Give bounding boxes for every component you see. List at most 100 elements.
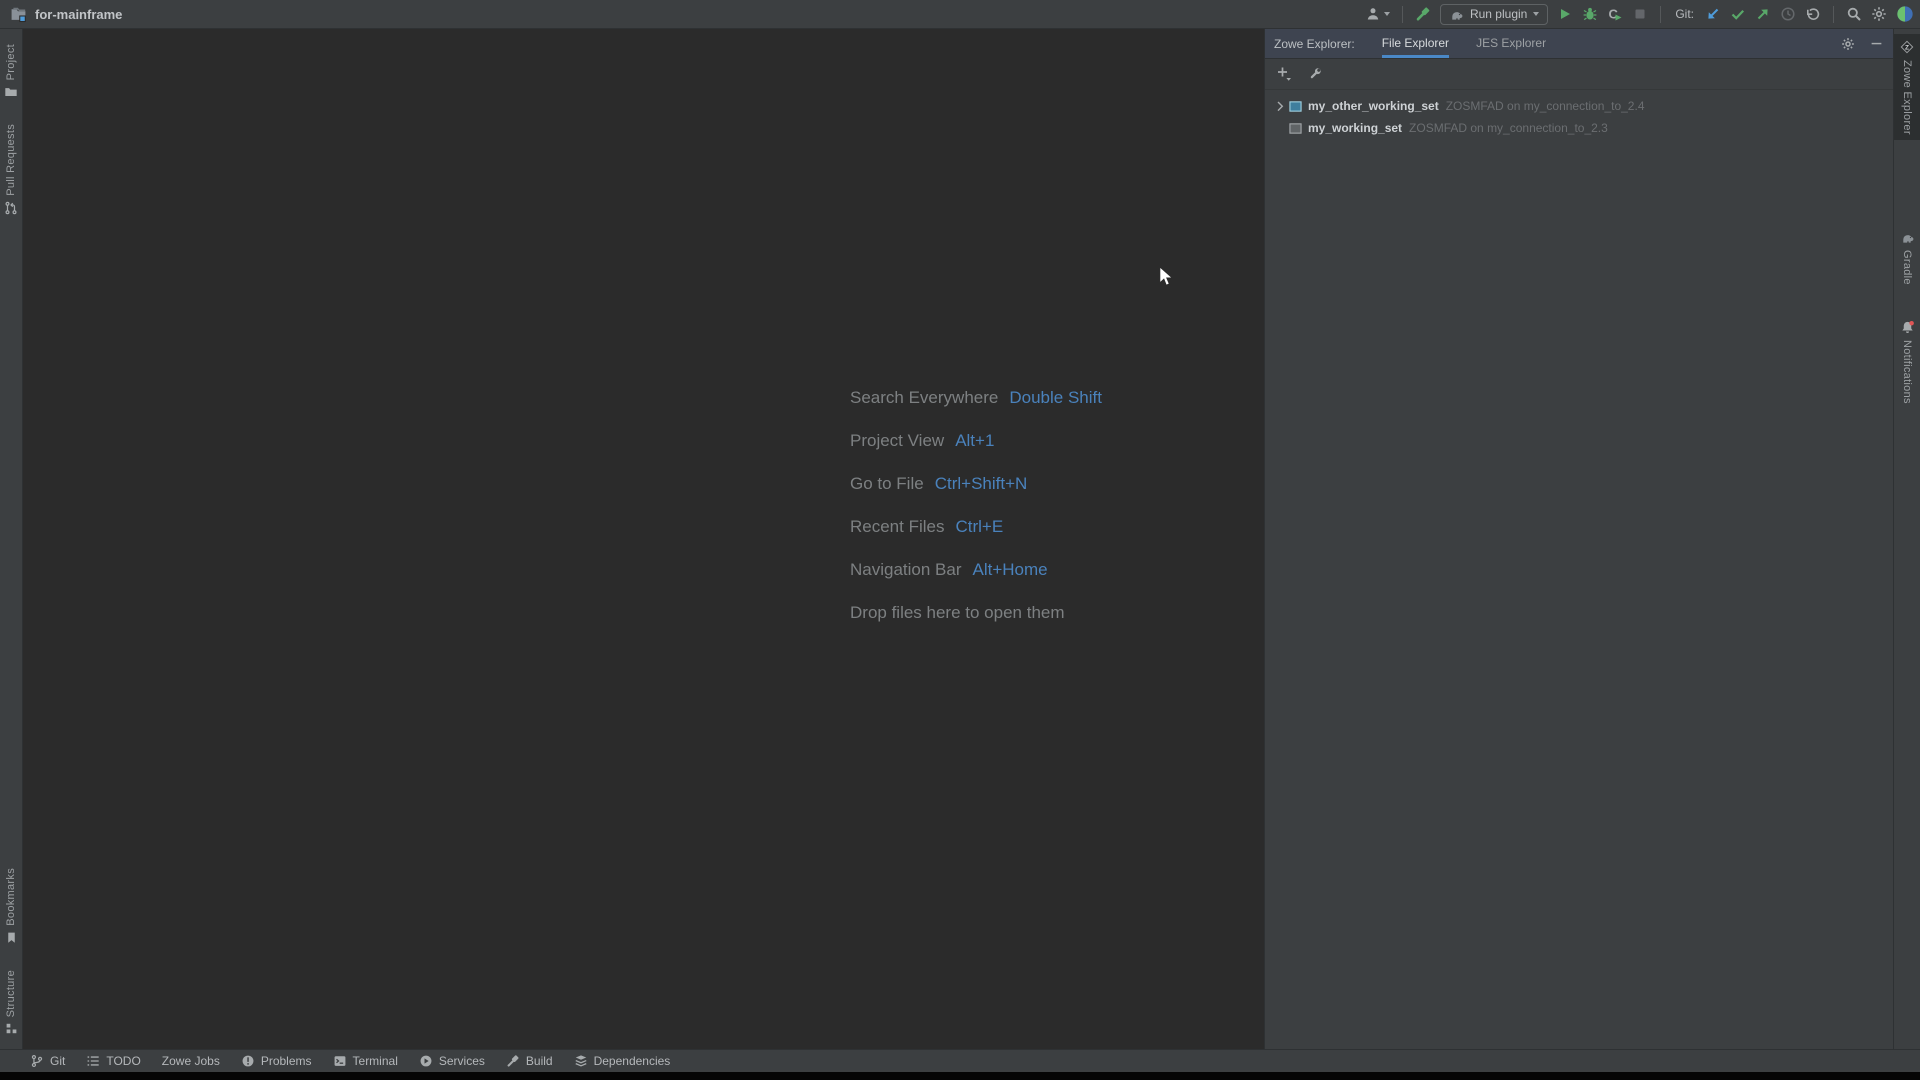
toolwindow-problems[interactable]: Problems	[241, 1054, 312, 1068]
bell-icon	[1900, 320, 1915, 335]
tool-button-label: Project	[5, 44, 17, 80]
ide-window: for-mainframe	[0, 0, 1920, 1080]
build-hammer-button[interactable]	[1415, 6, 1431, 22]
panel-header-actions	[1841, 29, 1883, 58]
edit-settings-button[interactable]	[1307, 66, 1323, 82]
git-update-button[interactable]	[1705, 6, 1721, 22]
shortcut-action: Project View	[850, 431, 944, 451]
bottom-tool-bar: Git TODO Zowe Jobs Problems	[0, 1049, 1920, 1072]
history-button	[1780, 6, 1796, 22]
run-play-icon	[1557, 6, 1573, 22]
expand-chevron-icon[interactable]	[1272, 101, 1289, 112]
tab-jes-explorer[interactable]: JES Explorer	[1476, 29, 1546, 58]
sidebar-item-project[interactable]: Project	[0, 39, 22, 104]
wrench-icon	[1307, 66, 1323, 82]
run-button[interactable]	[1557, 6, 1573, 22]
coverage-icon: C	[1607, 6, 1623, 22]
run-with-coverage-button[interactable]: C	[1607, 6, 1623, 22]
structure-icon	[5, 1022, 18, 1035]
sidebar-item-structure[interactable]: Structure	[0, 965, 22, 1040]
shortcut-keys: Ctrl+E	[955, 517, 1003, 537]
plus-icon	[1276, 66, 1292, 82]
project-title: for-mainframe	[35, 7, 122, 22]
user-account-button[interactable]	[1365, 6, 1390, 22]
search-everywhere-button[interactable]	[1846, 6, 1862, 22]
services-icon	[419, 1054, 433, 1068]
git-commit-button[interactable]	[1730, 6, 1746, 22]
bookmark-icon	[5, 931, 18, 944]
shortcut-keys: Alt+Home	[973, 560, 1048, 580]
toolbar-divider	[1402, 6, 1403, 23]
stop-button	[1632, 6, 1648, 22]
debug-button[interactable]	[1582, 6, 1598, 22]
toolwindow-services[interactable]: Services	[419, 1054, 485, 1068]
sidebar-item-pull-requests[interactable]: Pull Requests	[0, 119, 22, 220]
user-icon	[1365, 6, 1381, 22]
tree-row-working-set[interactable]: my_other_working_set ZOSMFAD on my_conne…	[1265, 95, 1893, 117]
bottom-black-strip	[0, 1072, 1920, 1080]
add-working-set-button[interactable]	[1276, 66, 1292, 82]
sidebar-item-bookmarks[interactable]: Bookmarks	[0, 863, 22, 949]
tool-button-label: Terminal	[353, 1054, 398, 1068]
run-configuration-dropdown[interactable]: Run plugin	[1440, 4, 1548, 25]
debug-bug-icon	[1582, 6, 1598, 22]
chevron-down-icon	[1533, 12, 1539, 16]
main-toolbar: Run plugin	[1365, 4, 1914, 25]
toolwindow-git[interactable]: Git	[30, 1054, 65, 1068]
titlebar-project: for-mainframe	[10, 6, 122, 23]
space-orb-button[interactable]	[1896, 5, 1914, 23]
orb-icon	[1896, 5, 1914, 23]
tool-button-label: Dependencies	[594, 1054, 671, 1068]
toolwindow-todo[interactable]: TODO	[86, 1054, 140, 1068]
dependencies-icon	[574, 1054, 588, 1068]
toolwindow-terminal[interactable]: Terminal	[333, 1054, 398, 1068]
problems-icon	[241, 1054, 255, 1068]
working-set-detail: ZOSMFAD on my_connection_to_2.4	[1446, 99, 1645, 113]
working-set-detail: ZOSMFAD on my_connection_to_2.3	[1409, 121, 1608, 135]
panel-tabs: File Explorer JES Explorer	[1382, 29, 1546, 58]
commit-check-icon	[1730, 6, 1746, 22]
tree-row-working-set[interactable]: my_working_set ZOSMFAD on my_connection_…	[1265, 117, 1893, 139]
panel-settings-button[interactable]	[1841, 37, 1855, 51]
rollback-button[interactable]	[1805, 6, 1821, 22]
shortcut-row: Search Everywhere Double Shift	[850, 376, 1102, 419]
tool-button-label: Services	[439, 1054, 485, 1068]
shortcut-action: Go to File	[850, 474, 924, 494]
pull-request-icon	[4, 201, 18, 215]
zowe-explorer-panel: Zowe Explorer: File Explorer JES Explore…	[1264, 29, 1893, 1049]
working-set-name: my_other_working_set	[1308, 99, 1439, 113]
right-tool-stripe: Z Zowe Explorer Gradle Notifications	[1893, 29, 1920, 1049]
hammer-icon	[1415, 6, 1431, 22]
gradle-icon	[1449, 7, 1464, 22]
sidebar-item-gradle[interactable]: Gradle	[1894, 225, 1920, 290]
toolwindow-build[interactable]: Build	[506, 1054, 553, 1068]
push-arrow-icon	[1755, 6, 1771, 22]
svg-text:Z: Z	[1905, 45, 1909, 52]
gear-icon	[1871, 6, 1887, 22]
shortcut-keys: Double Shift	[1009, 388, 1102, 408]
git-branch-icon	[30, 1054, 44, 1068]
shortcut-row: Project View Alt+1	[850, 419, 1102, 462]
left-tool-stripe: Project Pull Requests Bookmarks	[0, 29, 23, 1049]
tool-button-label: Zowe Jobs	[162, 1054, 220, 1068]
run-configuration-label: Run plugin	[1470, 7, 1527, 21]
toolwindow-dependencies[interactable]: Dependencies	[574, 1054, 671, 1068]
git-push-button[interactable]	[1755, 6, 1771, 22]
tool-button-label: Problems	[261, 1054, 312, 1068]
shortcut-action: Navigation Bar	[850, 560, 962, 580]
tab-file-explorer[interactable]: File Explorer	[1382, 29, 1449, 58]
tool-button-label: Notifications	[1901, 340, 1913, 404]
settings-button[interactable]	[1871, 6, 1887, 22]
tool-button-label: Build	[526, 1054, 553, 1068]
sidebar-item-notifications[interactable]: Notifications	[1894, 315, 1920, 409]
panel-hide-button[interactable]	[1870, 37, 1883, 50]
tool-window-header: Zowe Explorer: File Explorer JES Explore…	[1265, 29, 1893, 59]
toolbar-divider	[1660, 6, 1661, 23]
update-project-icon	[1705, 6, 1721, 22]
sidebar-item-zowe-explorer[interactable]: Z Zowe Explorer	[1894, 34, 1920, 140]
undo-icon	[1805, 6, 1821, 22]
working-set-icon	[1289, 122, 1302, 135]
todo-list-icon	[86, 1054, 100, 1068]
clock-icon	[1780, 6, 1796, 22]
toolwindow-zowe-jobs[interactable]: Zowe Jobs	[162, 1054, 220, 1068]
